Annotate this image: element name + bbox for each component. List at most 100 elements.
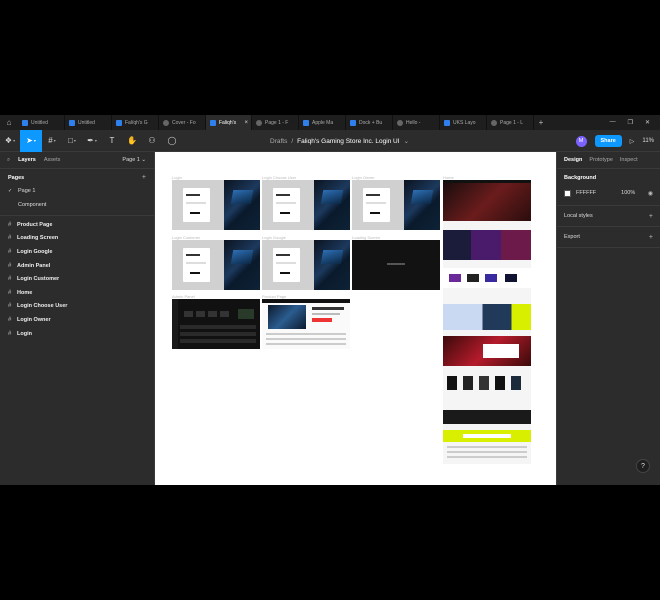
layer-label: Login Google [17,248,53,255]
share-button[interactable]: Share [594,135,622,147]
frame-login-google[interactable] [262,240,350,290]
breadcrumb-drafts[interactable]: Drafts [270,138,287,145]
background-opacity[interactable]: 100% [621,190,635,196]
tab-assets[interactable]: Assets [44,157,61,163]
layer-label: Login [17,330,32,337]
present-icon[interactable]: ▷ [630,138,635,145]
file-name[interactable]: Faliqh's Gaming Store Inc. Login UI [297,138,399,145]
tab-file-1[interactable]: Untitled [65,115,112,130]
eye-icon[interactable]: ◉ [648,190,653,197]
breadcrumb-separator: / [291,137,294,145]
page-selector[interactable]: Page 1 ⌄ [122,157,154,163]
layer-label: Login Customer [17,276,60,283]
frame-product-page[interactable] [262,299,350,349]
tab-file-4[interactable]: Faliqh's × [206,115,252,130]
tab-file-5[interactable]: Page 1 - F [252,115,299,130]
close-icon[interactable]: × [244,120,248,126]
tab-file-7[interactable]: Dock + Bu [346,115,393,130]
frame-login[interactable] [172,180,260,230]
layer-item[interactable]: # Login Google [0,245,154,259]
background-title: Background [564,175,597,181]
pen-tool-icon[interactable]: ✒ ▾ [82,130,102,152]
layer-item[interactable]: # Login [0,327,154,341]
search-icon[interactable]: ⌕ [7,157,10,164]
tab-file-2[interactable]: Falïqh's G [112,115,159,130]
add-style-icon[interactable]: + [649,213,653,220]
minimize-icon[interactable]: — [610,119,616,126]
home-icon[interactable]: ⌂ [0,115,18,130]
avatar[interactable]: M [575,135,587,147]
layer-item[interactable]: # Login Choose User [0,300,154,314]
tab-label: Apple Ma [312,119,334,126]
help-button[interactable]: ? [636,459,650,473]
frame-login-owner[interactable] [352,180,440,230]
frame-login-choose-user[interactable] [262,180,350,230]
background-swatch[interactable] [564,189,571,197]
window-controls: — ❐ ✕ [610,119,660,126]
add-export-icon[interactable]: + [649,234,653,241]
layer-item[interactable]: # Login Customer [0,272,154,286]
community-file-icon [491,119,497,126]
tab-file-9[interactable]: UKS Layo [440,115,487,130]
figma-file-icon [22,119,28,126]
tab-layers[interactable]: Layers [18,157,36,163]
canvas[interactable]: Login Login Choose User Login Owner Logi… [155,152,556,485]
restore-icon[interactable]: ❐ [628,119,633,126]
frame-icon: # [8,235,12,242]
frame-login-customer[interactable] [172,240,260,290]
layer-label: Loading Screen [17,235,59,242]
figma-file-icon [444,119,450,126]
tab-file-10[interactable]: Page 1 - L [487,115,534,130]
layer-item[interactable]: # Home [0,286,154,300]
tab-file-3[interactable]: Cover - Fo [159,115,206,130]
frame-tool-icon[interactable]: # ▾ [42,130,62,152]
resources-icon[interactable]: ⚇ [142,130,162,152]
tab-design[interactable]: Design [564,157,582,163]
text-tool-icon[interactable]: T [102,130,122,152]
tab-file-8[interactable]: Hello - [393,115,440,130]
comment-tool-icon[interactable]: ◯ [162,130,182,152]
background-section: Background FFFFFF 100% ◉ [557,169,660,199]
layer-label: Login Choose User [17,303,68,310]
layer-item[interactable]: # Loading Screen [0,232,154,246]
frame-icon: # [8,316,12,323]
figma-file-icon [350,119,356,126]
tab-label: Untitled [31,119,48,126]
layer-item[interactable]: # Product Page [0,218,154,232]
layer-item[interactable]: # Login Owner [0,313,154,327]
frame-admin-panel[interactable] [172,299,260,349]
page-item[interactable]: Component [0,198,154,212]
frame-icon: # [8,248,12,255]
toolbar-right: M Share ▷ 11% [575,130,654,152]
tab-label: Falïqh's G [125,119,148,126]
new-tab-button[interactable]: + [534,118,548,127]
figma-app: ⌂ Untitled Untitled Falïqh's G Cover - Fo Fa… [0,115,660,485]
page-item[interactable]: ✓ Page 1 [0,184,154,198]
background-hex[interactable]: FFFFFF [576,190,596,196]
tab-file-6[interactable]: Apple Ma [299,115,346,130]
tab-prototype[interactable]: Prototype [589,157,613,163]
checkmark-icon: ✓ [8,188,13,194]
chevron-down-icon[interactable]: ⌄ [404,137,409,145]
shape-tool-icon[interactable]: □ ▾ [62,130,82,152]
frame-icon: # [8,262,12,269]
zoom-level[interactable]: 11% [642,138,654,144]
move-tool-icon[interactable]: ➤ ▾ [20,129,42,152]
hand-tool-icon[interactable]: ✋ [122,130,142,152]
close-window-icon[interactable]: ✕ [645,119,650,126]
tab-file-0[interactable]: Untitled [18,115,65,130]
frame-home[interactable] [443,180,531,464]
left-panel-tabs: ⌕ Layers Assets Page 1 ⌄ [0,152,154,169]
tab-label: Untitled [78,119,95,126]
tab-inspect[interactable]: Inspect [620,157,638,163]
layer-label: Login Owner [17,316,51,323]
layer-label: Admin Panel [17,262,51,269]
frame-icon: # [8,330,12,337]
main-menu-icon[interactable]: ❖ ▾ [0,130,20,152]
layer-item[interactable]: # Admin Panel [0,259,154,273]
frame-loading-screen[interactable] [352,240,440,290]
figma-file-icon [116,119,122,126]
page-item-label: Page 1 [18,188,36,194]
add-page-icon[interactable]: + [142,174,146,181]
right-panel: Design Prototype Inspect Background FFFF… [556,152,660,485]
